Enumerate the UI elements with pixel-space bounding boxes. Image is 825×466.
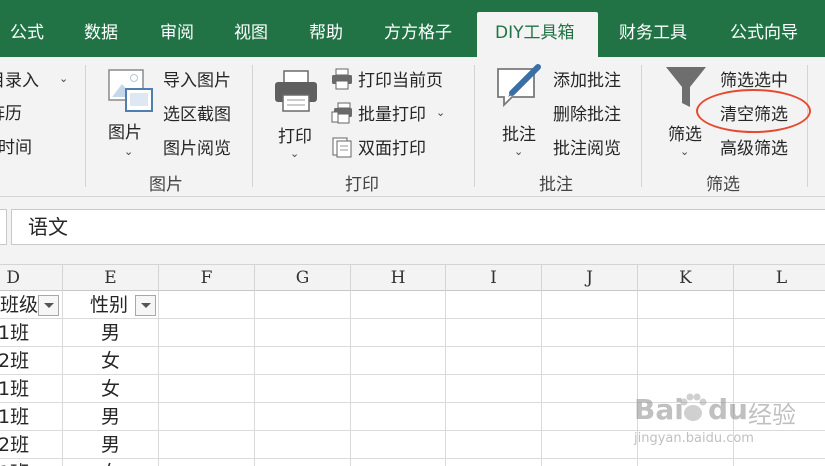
cell-class[interactable]: 1班: [0, 459, 29, 466]
cell-class[interactable]: 1班: [0, 319, 29, 347]
chevron-down-icon: ⌄: [290, 147, 300, 160]
partial-entry-label: 目录入: [0, 71, 39, 91]
column-header-f[interactable]: F: [159, 265, 255, 291]
filter-button-label: 筛选: [668, 125, 702, 145]
column-header-k[interactable]: K: [638, 265, 734, 291]
batch-print-label: 批量打印: [358, 105, 426, 125]
printer-icon: [275, 70, 317, 112]
tab-finance-tools[interactable]: 财务工具: [619, 12, 687, 57]
cell-class[interactable]: 1班: [0, 403, 29, 431]
cell-gender[interactable]: 女: [101, 375, 120, 403]
picture-button-label: 图片: [108, 123, 142, 143]
comment-button-label: 批注: [502, 125, 536, 145]
column-header-j[interactable]: J: [542, 265, 638, 291]
print-page-icon: [331, 68, 353, 90]
picture-big-button[interactable]: 图片 ⌄: [104, 65, 156, 165]
header-cell-class[interactable]: 班级: [0, 291, 38, 319]
spreadsheet-grid[interactable]: 班级 性别 1班 男 2班 女 1班 女 1班 男 2班 男 1班 女: [0, 291, 825, 466]
filter-big-button[interactable]: 筛选 ⌄: [660, 63, 712, 163]
comment-big-button[interactable]: 批注 ⌄: [494, 63, 546, 163]
tab-help[interactable]: 帮助: [309, 12, 343, 57]
ribbon-tab-bar: 公式 数据 审阅 视图 帮助 方方格子 DIY工具箱 财务工具 公式向导: [0, 0, 825, 57]
chevron-down-icon: ⌄: [514, 145, 524, 158]
cell-gender[interactable]: 男: [101, 319, 120, 347]
tab-formula-wizard[interactable]: 公式向导: [730, 12, 798, 57]
tab-review[interactable]: 审阅: [160, 12, 194, 57]
filter-dropdown-gender[interactable]: [135, 295, 156, 316]
clear-filter-button[interactable]: 清空筛选: [720, 100, 788, 125]
batch-print-icon: [331, 102, 353, 124]
column-header-row: D E F G H I J K L: [0, 264, 825, 291]
comment-pen-icon: [497, 64, 541, 108]
grid-line: [0, 374, 825, 375]
picture-icon: [108, 69, 153, 112]
cell-gender[interactable]: 女: [101, 459, 120, 466]
import-picture-button[interactable]: 导入图片: [163, 66, 231, 91]
cell-gender[interactable]: 男: [101, 403, 120, 431]
area-screenshot-button[interactable]: 选区截图: [163, 100, 231, 125]
picture-group-label: 图片: [149, 175, 183, 195]
batch-print-button[interactable]: 批量打印 ⌄: [331, 100, 445, 125]
tab-formulas[interactable]: 公式: [10, 12, 44, 57]
comment-group-label: 批注: [539, 175, 573, 195]
tab-data[interactable]: 数据: [84, 12, 118, 57]
grid-line: [0, 346, 825, 347]
partial-time-button[interactable]: 时间: [0, 133, 32, 158]
name-box[interactable]: [0, 209, 7, 245]
tab-fangfang-gezi[interactable]: 方方格子: [384, 12, 452, 57]
picture-viewer-button[interactable]: 图片阅览: [163, 134, 231, 159]
partial-entry-button[interactable]: 目录入 ⌄: [0, 66, 68, 91]
print-group-label: 打印: [345, 175, 379, 195]
grid-line: [0, 402, 825, 403]
duplex-print-label: 双面打印: [358, 139, 426, 159]
partial-calendar-label: 阵历: [0, 104, 22, 124]
column-header-e[interactable]: E: [63, 265, 159, 291]
filter-group-label: 筛选: [706, 175, 740, 195]
column-header-i[interactable]: I: [446, 265, 542, 291]
group-divider: [641, 65, 642, 187]
grid-line: [0, 458, 825, 459]
print-current-page-button[interactable]: 打印当前页: [331, 66, 443, 91]
chevron-down-icon: ⌄: [124, 145, 134, 158]
group-divider: [474, 65, 475, 187]
duplex-print-icon: [331, 136, 353, 158]
group-divider: [252, 65, 253, 187]
cell-class[interactable]: 2班: [0, 347, 29, 375]
group-divider: [807, 65, 808, 187]
column-header-g[interactable]: G: [255, 265, 351, 291]
grid-line: [0, 430, 825, 431]
add-comment-button[interactable]: 添加批注: [553, 66, 621, 91]
chevron-down-icon: ⌄: [680, 145, 690, 158]
cell-gender[interactable]: 女: [101, 347, 120, 375]
tab-diy-toolbox[interactable]: DIY工具箱: [477, 12, 598, 57]
view-comments-button[interactable]: 批注阅览: [553, 134, 621, 159]
chevron-down-icon: ⌄: [59, 72, 69, 85]
cell-class[interactable]: 1班: [0, 375, 29, 403]
cell-gender[interactable]: 男: [101, 431, 120, 459]
column-header-h[interactable]: H: [351, 265, 446, 291]
group-divider: [85, 65, 86, 187]
print-current-page-label: 打印当前页: [358, 71, 443, 91]
filter-dropdown-class[interactable]: [38, 295, 59, 316]
delete-comment-button[interactable]: 删除批注: [553, 100, 621, 125]
column-header-l[interactable]: L: [734, 265, 825, 291]
partial-time-label: 时间: [0, 138, 32, 158]
formula-bar-area: 语文: [0, 197, 825, 264]
filter-selection-button[interactable]: 筛选选中: [720, 66, 788, 91]
duplex-print-button[interactable]: 双面打印: [331, 134, 426, 159]
ribbon-panel: 目录入 ⌄ 阵历 时间 图片 ⌄ 导入图片 选区截图 图片阅览 图片 打印: [0, 57, 825, 197]
partial-calendar-button[interactable]: 阵历: [0, 99, 22, 124]
header-cell-gender[interactable]: 性别: [90, 291, 128, 319]
formula-input[interactable]: 语文: [11, 209, 825, 245]
print-button-label: 打印: [278, 127, 312, 147]
advanced-filter-button[interactable]: 高级筛选: [720, 134, 788, 159]
funnel-icon: [666, 67, 706, 107]
tab-view[interactable]: 视图: [234, 12, 268, 57]
cell-class[interactable]: 2班: [0, 431, 29, 459]
column-header-d[interactable]: D: [0, 265, 63, 291]
chevron-down-icon: ⌄: [436, 106, 446, 119]
print-big-button[interactable]: 打印 ⌄: [270, 65, 322, 165]
